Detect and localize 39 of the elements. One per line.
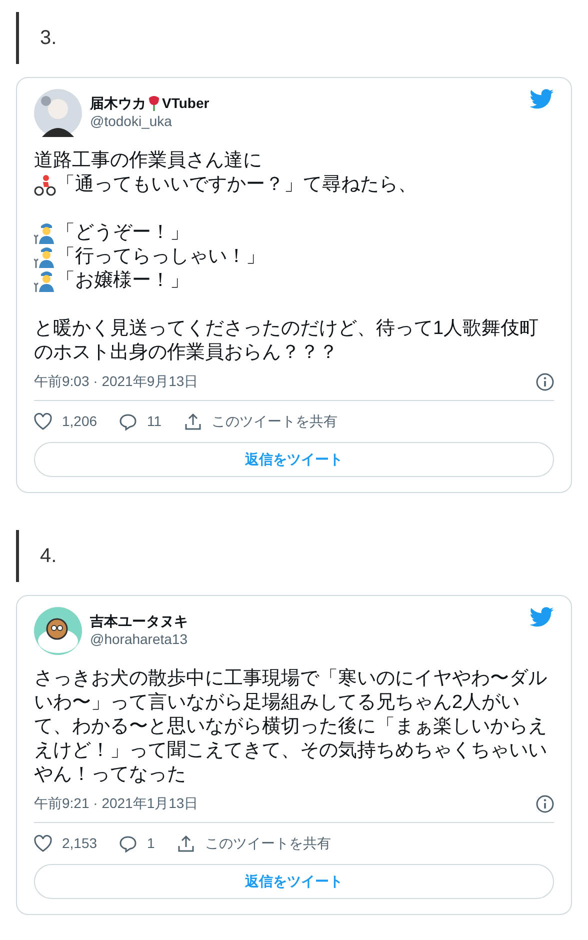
author-name[interactable]: 届木ウカ: [90, 94, 146, 112]
tweet-text: 「行ってらっしゃい！」: [56, 245, 265, 269]
author-handle[interactable]: @horahareta13: [90, 630, 526, 648]
reply-icon[interactable]: [119, 834, 138, 852]
author-name[interactable]: VTuber: [162, 94, 210, 112]
mechanic-icon: [34, 270, 56, 292]
tweet-timestamp[interactable]: 午前9:21 · 2021年1月13日: [34, 793, 198, 814]
section-heading: 3.: [40, 26, 57, 51]
tweet-text: 「お嬢様ー！」: [56, 269, 189, 293]
tweet-text: 道路工事の作業員さん達に: [34, 149, 262, 173]
share-icon: [176, 834, 195, 852]
mechanic-icon: [34, 246, 56, 268]
info-icon[interactable]: [536, 372, 554, 390]
section-heading: 4.: [40, 544, 57, 569]
tweet-text: 「通ってもいいですかー？」て尋ねたら、: [56, 173, 417, 197]
bird-icon: [530, 89, 554, 109]
heart-icon[interactable]: [34, 834, 52, 852]
avatar-icon: [34, 607, 82, 655]
cyclist-icon: [34, 174, 56, 196]
like-count: 2,153: [62, 834, 98, 853]
like-count: 1,206: [62, 412, 98, 431]
avatar-icon: [34, 89, 82, 137]
info-icon[interactable]: [536, 794, 554, 812]
tweet-text: さっきお犬の散歩中に工事現場で「寒いのにイヤやわ〜ダルいわ〜」って言いながら足場組みしてる兄ちゃん2人がいて、わかる〜と思いながら横切った後に「まぁ楽しいからええけど！」って聞こえてきて、その気持ちめちゃくちゃいいやん！ってなった: [34, 667, 548, 787]
tweet-timestamp[interactable]: 午前9:03 · 2021年9月13日: [34, 371, 198, 392]
tweet-text: 「どうぞー！」: [56, 221, 189, 245]
share-button[interactable]: このツイートを共有: [176, 833, 331, 854]
author-name[interactable]: 吉本ユータヌキ: [90, 612, 188, 630]
rose-icon: [148, 95, 160, 111]
reply-icon[interactable]: [119, 412, 138, 430]
share-icon: [184, 412, 202, 430]
share-button[interactable]: このツイートを共有: [184, 411, 338, 432]
mechanic-icon: [34, 222, 56, 244]
author-handle[interactable]: @todoki_uka: [90, 112, 526, 130]
reply-count: 11: [147, 412, 162, 431]
reply-count: 1: [147, 834, 155, 853]
bird-icon: [530, 607, 554, 627]
tweet-text: と暖かく見送ってくださったのだけど、待って1人歌舞伎町のホスト出身の作業員おらん？？？: [34, 317, 540, 365]
heart-icon[interactable]: [34, 412, 52, 430]
